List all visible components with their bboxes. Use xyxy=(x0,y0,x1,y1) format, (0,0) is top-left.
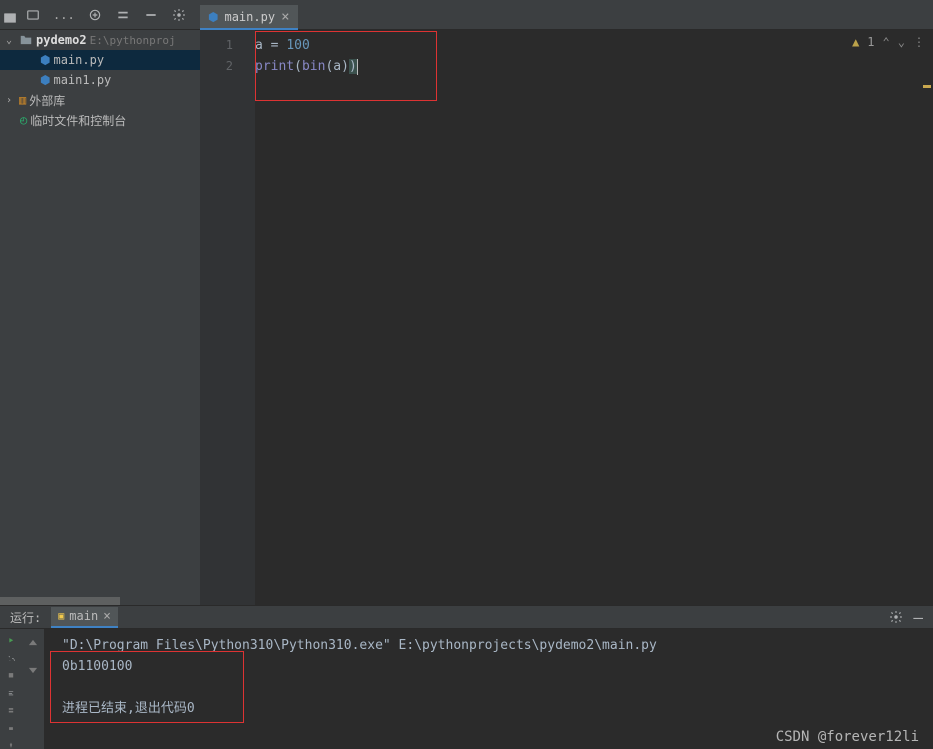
settings-button[interactable] xyxy=(171,7,187,23)
file-label: main1.py xyxy=(53,73,111,87)
down-button[interactable] xyxy=(26,662,40,676)
run-tab-label: main xyxy=(69,609,98,623)
console-output-line: 0b1100100 xyxy=(62,656,933,677)
stop-button[interactable] xyxy=(4,655,18,662)
top-toolbar: ... — xyxy=(0,0,933,30)
python-file-icon: ⬢ xyxy=(208,10,218,24)
warning-icon[interactable]: ▲ xyxy=(852,35,859,49)
prev-highlight-button[interactable]: ⌃ xyxy=(883,35,890,49)
file-main1-py[interactable]: ⬢ main1.py xyxy=(0,70,200,90)
soft-wrap-button[interactable] xyxy=(4,690,18,697)
pin-button[interactable] xyxy=(4,742,18,749)
editor-more-button[interactable]: ⋮ xyxy=(913,35,925,49)
close-icon[interactable]: × xyxy=(103,609,111,624)
line-number: 1 xyxy=(200,35,255,56)
console-blank xyxy=(62,677,933,698)
run-tab-main[interactable]: ▣ main × xyxy=(51,607,118,628)
project-name: pydemo2 xyxy=(36,33,87,47)
folder-icon xyxy=(19,33,33,47)
line-number: 2 xyxy=(200,56,255,77)
expand-all-button[interactable] xyxy=(87,7,103,23)
run-panel-header: 运行: ▣ main × — xyxy=(0,605,933,629)
editor-inspection-status: ▲ 1 ⌃ ⌄ ⋮ xyxy=(852,35,925,49)
divider-button[interactable] xyxy=(143,7,159,23)
tree-h-scrollbar[interactable] xyxy=(0,597,120,605)
project-tree: ⌄ pydemo2 E:\pythonproj ⬢ main.py ⬢ main… xyxy=(0,30,200,605)
chevron-right-icon[interactable]: › xyxy=(6,95,16,106)
scratch-icon: ◴ xyxy=(20,113,27,127)
main-area: ⌄ pydemo2 E:\pythonproj ⬢ main.py ⬢ main… xyxy=(0,30,933,605)
python-file-icon: ⬢ xyxy=(40,73,50,87)
console-exit-line: 进程已结束,退出代码0 xyxy=(62,698,933,719)
error-stripe-mark[interactable] xyxy=(923,85,931,88)
run-title: 运行: xyxy=(10,609,41,626)
toolbar-ellipsis: ... xyxy=(53,8,75,22)
python-run-icon: ▣ xyxy=(58,611,64,622)
warning-count: 1 xyxy=(867,35,874,49)
watermark: CSDN @forever12li xyxy=(776,729,919,745)
gear-icon[interactable] xyxy=(889,610,903,624)
external-libraries[interactable]: › ▥ 外部库 xyxy=(0,90,200,110)
select-open-file-button[interactable] xyxy=(25,7,41,23)
print-button[interactable] xyxy=(4,725,18,732)
scratches-consoles[interactable]: ◴ 临时文件和控制台 xyxy=(0,110,200,130)
file-main-py[interactable]: ⬢ main.py xyxy=(0,50,200,70)
code-area[interactable]: a = 100 print(bin(a)) xyxy=(255,30,933,605)
gutter: 1 2 xyxy=(200,30,255,605)
editor-column: ⬢ main.py × 1 2 a = 100 print(bin(a)) ▲ … xyxy=(200,30,933,605)
scratch-label: 临时文件和控制台 xyxy=(30,112,126,129)
run-nav-bar xyxy=(22,629,44,749)
stack-button[interactable] xyxy=(4,707,18,714)
editor-body: 1 2 a = 100 print(bin(a)) ▲ 1 ⌃ ⌄ ⋮ xyxy=(200,30,933,605)
project-path: E:\pythonproj xyxy=(90,34,176,47)
library-icon: ▥ xyxy=(19,93,26,107)
project-root[interactable]: ⌄ pydemo2 E:\pythonproj xyxy=(0,30,200,50)
collapse-all-button[interactable] xyxy=(115,7,131,23)
next-highlight-button[interactable]: ⌄ xyxy=(898,35,905,49)
up-button[interactable] xyxy=(26,637,40,651)
rerun-button[interactable] xyxy=(4,637,18,644)
python-file-icon: ⬢ xyxy=(40,53,50,67)
ext-lib-label: 外部库 xyxy=(29,92,65,109)
code-line-2: print(bin(a)) xyxy=(255,56,933,77)
file-label: main.py xyxy=(53,53,104,67)
run-action-bar xyxy=(0,629,22,749)
code-line-1: a = 100 xyxy=(255,35,933,56)
layout-button[interactable] xyxy=(4,672,18,679)
caret xyxy=(357,59,358,75)
hide-panel-button[interactable]: — xyxy=(913,608,923,627)
chevron-down-icon[interactable]: ⌄ xyxy=(6,35,16,46)
console-command-line: "D:\Program Files\Python310\Python310.ex… xyxy=(62,635,933,656)
project-tool-button[interactable] xyxy=(2,10,18,26)
close-icon[interactable]: × xyxy=(281,9,289,25)
editor-tab-main[interactable]: ⬢ main.py × xyxy=(200,5,298,30)
tab-label: main.py xyxy=(224,10,275,24)
